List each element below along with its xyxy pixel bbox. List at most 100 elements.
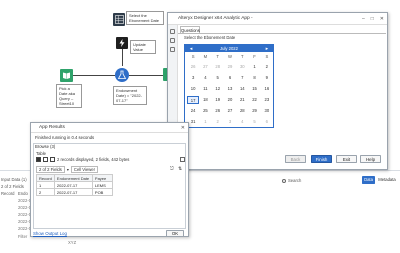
col-record[interactable]: Record xyxy=(36,174,55,182)
next-month-icon[interactable]: ► xyxy=(265,46,269,51)
results-filter-label[interactable]: Filter xyxy=(18,233,27,240)
results-toolbar: 2 records displayed, 2 fields, 442 bytes xyxy=(36,157,129,162)
calendar-day[interactable]: 2 xyxy=(212,118,224,126)
filter-icon[interactable]: ⎋ xyxy=(170,166,174,172)
connector xyxy=(122,49,123,66)
calendar-day[interactable]: 24 xyxy=(187,107,199,115)
calendar-day[interactable]: 28 xyxy=(236,107,248,115)
tab-questions[interactable]: Questions xyxy=(180,26,200,33)
calendar-day[interactable]: 29 xyxy=(224,63,236,71)
table-cell: 1 xyxy=(36,181,55,189)
book-icon xyxy=(63,72,70,79)
annotation-update-value: Update Value xyxy=(130,40,156,54)
results-menu-icon[interactable] xyxy=(180,157,185,162)
calendar-day[interactable]: 11 xyxy=(199,85,211,93)
calendar-day[interactable]: 7 xyxy=(236,74,248,82)
calendar-day[interactable]: 16 xyxy=(261,85,273,93)
calendar-day[interactable]: 27 xyxy=(199,63,211,71)
table-row[interactable]: 1 2022-07-17 LEMS xyxy=(36,181,113,189)
action-tool-icon[interactable] xyxy=(116,37,128,49)
calendar-day[interactable]: 18 xyxy=(199,96,211,104)
calendar-day[interactable]: 29 xyxy=(248,107,260,115)
calendar-day[interactable]: 3 xyxy=(224,118,236,126)
calendar-day[interactable]: 1 xyxy=(199,118,211,126)
minimize-icon[interactable]: – xyxy=(362,16,365,22)
tab-data[interactable]: Data xyxy=(362,176,375,184)
results-search[interactable]: Search xyxy=(282,178,301,183)
calendar-day[interactable]: 27 xyxy=(224,107,236,115)
calendar-day[interactable]: 19 xyxy=(212,96,224,104)
calendar-day[interactable]: 3 xyxy=(187,74,199,82)
calendar-dow-label: S xyxy=(191,54,195,59)
calendar-day[interactable]: 23 xyxy=(261,96,273,104)
calendar-day[interactable]: 10 xyxy=(187,85,199,93)
calendar-day[interactable]: 15 xyxy=(248,85,260,93)
col-endonement-date[interactable]: Endonement Date xyxy=(53,174,93,182)
calendar-day[interactable]: 9 xyxy=(261,74,273,82)
help-button[interactable]: Help xyxy=(360,155,381,163)
results-fields-label[interactable]: 2 of 2 Fields xyxy=(1,184,24,189)
results-status: Finished running in 0.4 seconds xyxy=(35,135,95,140)
calendar-day[interactable]: 26 xyxy=(187,63,199,71)
table-cell: 2022-07-17 xyxy=(53,181,93,189)
close-icon[interactable]: ✕ xyxy=(380,16,384,22)
calendar-day[interactable]: 30 xyxy=(236,63,248,71)
app-window-title: Alteryx Designer x64 Analytic App - xyxy=(168,13,387,25)
back-button[interactable]: Back xyxy=(285,155,306,163)
ok-button[interactable]: OK xyxy=(166,230,184,237)
table-cell: 2022-07-17 xyxy=(53,188,93,196)
calendar-day[interactable]: 28 xyxy=(212,63,224,71)
calendar-dow-label: M xyxy=(203,54,208,59)
calendar-day[interactable]: 6 xyxy=(261,118,273,126)
calendar-day[interactable]: 21 xyxy=(236,96,248,104)
results-fmt-value: XYZ xyxy=(68,240,77,245)
table-row[interactable]: 2 2022-07-17 POB xyxy=(36,188,113,196)
close-icon[interactable]: ✕ xyxy=(181,125,185,131)
tab-metadata[interactable]: Metadata xyxy=(377,176,397,184)
calendar-day[interactable]: 5 xyxy=(248,118,260,126)
calendar-day[interactable]: 30 xyxy=(261,107,273,115)
col-payee[interactable]: Payee xyxy=(91,174,113,182)
date-picker-calendar[interactable]: ◄ July 2022 ► S M T W T F S 26 27 28 29 30 1 2 3 4 5 6 7 8 9… xyxy=(184,44,274,128)
cell-viewer-dropdown[interactable]: Cell Viewer xyxy=(70,166,99,173)
exit-button[interactable]: Exit xyxy=(336,155,357,163)
calendar-day[interactable]: 2 xyxy=(261,63,273,71)
calendar-day[interactable]: 4 xyxy=(236,118,248,126)
calendar-day[interactable]: 17 xyxy=(187,96,200,104)
search-icon xyxy=(282,178,286,183)
calendar-day[interactable]: 12 xyxy=(212,85,224,93)
show-output-log-link[interactable]: Show Output Log xyxy=(33,231,67,236)
open-icon[interactable] xyxy=(170,47,175,52)
prev-month-icon[interactable]: ◄ xyxy=(189,46,193,51)
maximize-icon[interactable]: □ xyxy=(371,16,374,22)
input-data-tool-icon[interactable] xyxy=(60,69,73,82)
calendar-day[interactable]: 25 xyxy=(199,107,211,115)
calendar-day[interactable]: 13 xyxy=(224,85,236,93)
table-view-icon[interactable] xyxy=(36,157,41,162)
calendar-dow-label: W xyxy=(228,54,232,59)
calendar-day[interactable]: 22 xyxy=(248,96,260,104)
calendar-day[interactable]: 6 xyxy=(224,74,236,82)
formula-tool-icon[interactable] xyxy=(115,68,129,82)
grid-view-icon[interactable] xyxy=(43,157,48,162)
calendar-dow-label: T xyxy=(241,54,244,59)
export-icon[interactable] xyxy=(50,157,55,162)
annotation-endowment: Endowment Date) = "2022-07-17" xyxy=(113,86,147,105)
finish-button[interactable]: Finish xyxy=(311,155,332,163)
calendar-day[interactable]: 1 xyxy=(248,63,260,71)
calendar-day[interactable]: 26 xyxy=(212,107,224,115)
sort-icon[interactable]: ⇅ xyxy=(178,166,182,172)
calendar-day[interactable]: 20 xyxy=(224,96,236,104)
calendar-day[interactable]: 8 xyxy=(248,74,260,82)
question-label: Select the Ebonement Date xyxy=(184,35,236,40)
calendar-day[interactable]: 4 xyxy=(199,74,211,82)
table-header-row: Record Endonement Date Payee xyxy=(36,174,113,182)
browse-tool-icon[interactable] xyxy=(113,13,125,26)
questions-icon[interactable] xyxy=(170,29,175,34)
chevron-down-icon[interactable]: ▾ xyxy=(67,167,69,172)
calendar-day[interactable]: 5 xyxy=(212,74,224,82)
save-icon[interactable] xyxy=(170,38,175,43)
fields-dropdown[interactable]: 2 of 2 Fields xyxy=(36,166,65,173)
fields-toolbar: 2 of 2 Fields ▾ Cell Viewer xyxy=(36,166,99,173)
calendar-day[interactable]: 14 xyxy=(236,85,248,93)
